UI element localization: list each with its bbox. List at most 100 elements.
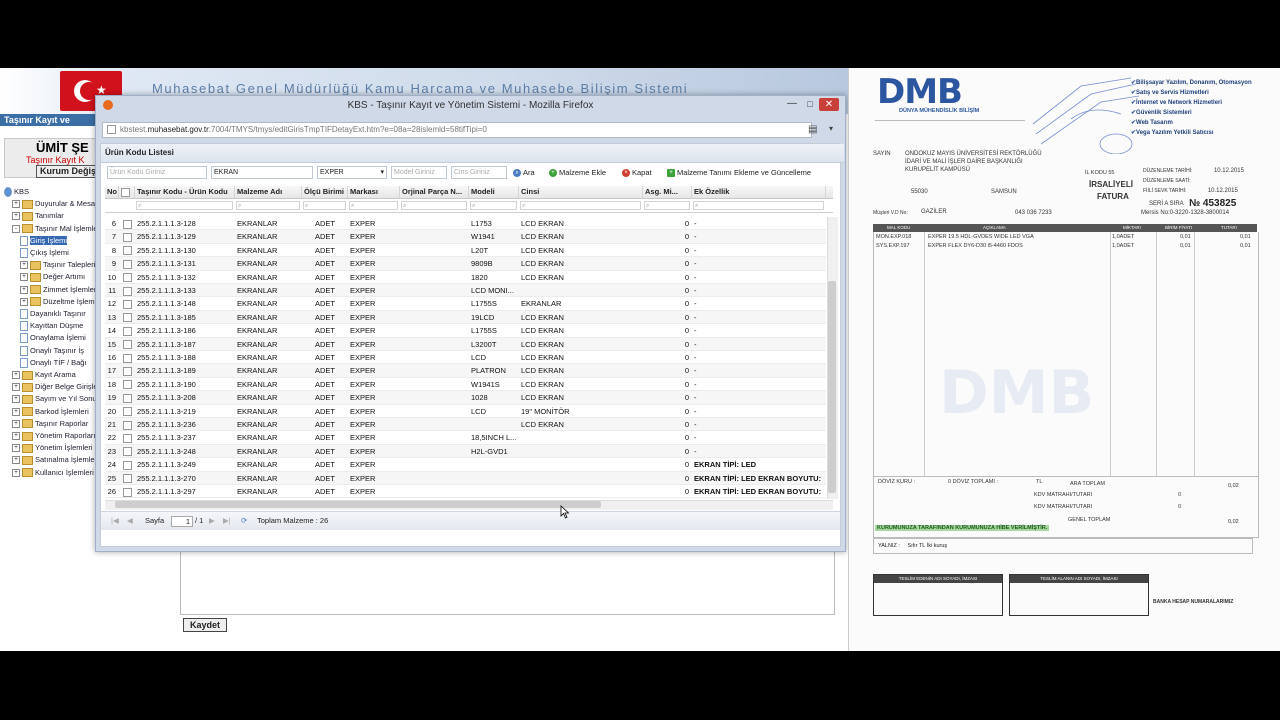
column-header[interactable]: Markası (348, 186, 400, 198)
kapat-button[interactable]: × Kapat (622, 167, 652, 178)
column-header[interactable]: Modeli (469, 186, 519, 198)
tree-item[interactable]: + Kayıt Arama (12, 369, 76, 380)
table-row[interactable]: 15 255.2.1.1.1.3-187 EKRANLAR ADET EXPER L320… (105, 337, 826, 351)
checkbox[interactable] (122, 326, 132, 336)
column-header[interactable]: Ölçü Birimi (302, 186, 348, 198)
tree-item[interactable]: - Taşınır Mal İşlemleri (12, 223, 102, 234)
expand-toggle-icon[interactable]: + (20, 297, 28, 306)
row-checkbox[interactable] (119, 378, 135, 391)
malzeme-ekle-button[interactable]: + Malzeme Ekle (549, 167, 606, 178)
model-input[interactable]: Model Giriniz (391, 166, 447, 179)
urun-kodu-input[interactable]: Ürün Kodu Giriniz (107, 166, 207, 179)
tree-item[interactable]: Dayanıklı Taşınır (20, 308, 86, 320)
column-filter-input[interactable]: ⌕ (349, 201, 398, 210)
column-header[interactable]: Cinsi (519, 186, 643, 198)
table-row[interactable]: 24 255.2.1.1.1.3-249 EKRANLAR ADET EXPER 0 EKR… (105, 458, 826, 472)
tree-item[interactable]: KBS (4, 186, 29, 198)
checkbox[interactable] (122, 219, 132, 229)
row-checkbox[interactable] (119, 391, 135, 404)
table-row[interactable]: 16 255.2.1.1.1.3-188 EKRANLAR ADET EXPER LCD L… (105, 351, 826, 365)
checkbox[interactable] (122, 366, 132, 376)
table-row[interactable]: 9 255.2.1.1.1.3-131 EKRANLAR ADET EXPER 9809B… (105, 257, 826, 271)
column-filter-input[interactable]: ⌕ (136, 201, 233, 210)
tree-item[interactable]: + Duyurular & Mesajla (12, 198, 103, 209)
column-filter-input[interactable]: ⌕ (401, 201, 467, 210)
checkbox[interactable] (122, 407, 132, 417)
tree-item[interactable]: Onaylama İşlemi (20, 332, 86, 344)
table-row[interactable]: 7 255.2.1.1.1.3-129 EKRANLAR ADET EXPER W1941… (105, 230, 826, 244)
expand-toggle-icon[interactable]: + (12, 212, 20, 221)
clipboard-icon[interactable]: ▤ (808, 124, 817, 135)
checkbox[interactable] (122, 232, 132, 242)
tree-item[interactable]: + Yönetim İşlemleri (12, 442, 93, 453)
first-page-icon[interactable]: |◀ (111, 512, 119, 530)
row-checkbox[interactable] (119, 217, 135, 230)
horizontal-scroll-thumb[interactable] (115, 501, 601, 508)
next-page-icon[interactable]: ▶ (209, 512, 215, 530)
expand-toggle-icon[interactable]: - (12, 224, 20, 233)
column-filter-input[interactable]: ⌕ (303, 201, 346, 210)
table-row[interactable]: 23 255.2.1.1.1.3-248 EKRANLAR ADET EXPER H2L-… (105, 444, 826, 459)
expand-toggle-icon[interactable]: + (12, 395, 20, 404)
expand-toggle-icon[interactable]: + (12, 468, 20, 477)
expand-toggle-icon[interactable]: + (12, 371, 20, 380)
vertical-scroll-thumb[interactable] (828, 281, 836, 493)
row-checkbox[interactable] (119, 271, 135, 284)
tree-item[interactable]: + Taşınır Talepleri (20, 259, 95, 270)
checkbox[interactable] (122, 474, 132, 484)
expand-toggle-icon[interactable]: + (12, 432, 20, 441)
row-checkbox[interactable] (119, 338, 135, 351)
maximize-button[interactable]: □ (801, 98, 819, 111)
row-checkbox[interactable] (119, 445, 135, 458)
table-row[interactable]: 22 255.2.1.1.1.3-237 EKRANLAR ADET EXPER 18,5… (105, 431, 826, 445)
checkbox[interactable] (122, 353, 132, 363)
row-checkbox[interactable] (119, 244, 135, 257)
page-number-input[interactable]: 1 (171, 516, 193, 527)
table-row[interactable]: 6 255.2.1.1.1.3-128 EKRANLAR ADET EXPER L1753… (105, 217, 826, 231)
close-window-button[interactable]: ✕ (819, 98, 839, 111)
table-row[interactable]: 19 255.2.1.1.1.3-208 EKRANLAR ADET EXPER 1028… (105, 391, 826, 405)
tree-item[interactable]: + Barkod İşlemleri (12, 406, 89, 417)
tree-item[interactable]: + Sayım ve Yıl Sonu İşl (12, 393, 106, 404)
tree-item[interactable]: + Kullanıcı İşlemleri (12, 467, 94, 478)
row-checkbox[interactable] (119, 418, 135, 431)
refresh-icon[interactable]: ⟳ (241, 512, 247, 530)
table-row[interactable]: 14 255.2.1.1.1.3-186 EKRANLAR ADET EXPER L175… (105, 324, 826, 338)
checkbox[interactable] (122, 460, 132, 470)
row-checkbox[interactable] (119, 405, 135, 418)
checkbox[interactable] (122, 286, 132, 296)
table-row[interactable]: 18 255.2.1.1.1.3-190 EKRANLAR ADET EXPER W194… (105, 378, 826, 392)
table-row[interactable]: 20 255.2.1.1.1.3-219 EKRANLAR ADET EXPER LCD 1… (105, 405, 826, 418)
malzeme-tanimi-button[interactable]: + Malzeme Tanımı Ekleme ve Güncelleme (667, 167, 811, 178)
row-checkbox[interactable] (119, 472, 135, 485)
marka-select[interactable]: EXPER ▾ (317, 166, 387, 179)
checkbox[interactable] (122, 433, 132, 443)
table-row[interactable]: 25 255.2.1.1.1.3-270 EKRANLAR ADET EXPER 0 EKR… (105, 471, 826, 485)
tree-item[interactable]: + Taşınır Raporlar (12, 418, 88, 429)
table-row[interactable]: 8 255.2.1.1.1.3-130 EKRANLAR ADET EXPER L20T L… (105, 244, 826, 258)
tree-item[interactable]: Onaylı TİF / Bağı (20, 357, 87, 368)
row-checkbox[interactable] (119, 485, 135, 498)
menu-dropdown-icon[interactable]: ▾ (829, 124, 833, 133)
expand-toggle-icon[interactable]: + (20, 285, 28, 294)
checkbox[interactable] (122, 420, 132, 430)
tree-item[interactable]: Kayıttan Düşme (20, 320, 83, 332)
checkbox[interactable] (122, 273, 132, 283)
expand-toggle-icon[interactable]: + (12, 419, 20, 428)
column-filter-input[interactable]: ⌕ (470, 201, 517, 210)
tree-item[interactable]: + Düzeltme İşlemle (20, 296, 101, 307)
row-checkbox[interactable] (119, 458, 135, 471)
expand-toggle-icon[interactable]: + (12, 407, 20, 416)
last-page-icon[interactable]: ▶| (223, 512, 231, 530)
ara-button[interactable]: ⌕ Ara (513, 167, 535, 178)
tree-item[interactable]: + Satınalma İşlemleri (12, 454, 99, 465)
select-all-checkbox[interactable] (121, 187, 130, 197)
checkbox[interactable] (122, 246, 132, 256)
cins-input[interactable]: Cins Giriniz (451, 166, 507, 179)
column-header[interactable]: No (105, 186, 119, 198)
expand-toggle-icon[interactable]: + (12, 200, 20, 209)
expand-toggle-icon[interactable]: + (20, 273, 28, 282)
column-header[interactable]: Asg. Mi... (643, 186, 692, 198)
column-header[interactable]: Taşınır Kodu - Ürün Kodu (135, 186, 235, 198)
row-checkbox[interactable] (119, 351, 135, 364)
